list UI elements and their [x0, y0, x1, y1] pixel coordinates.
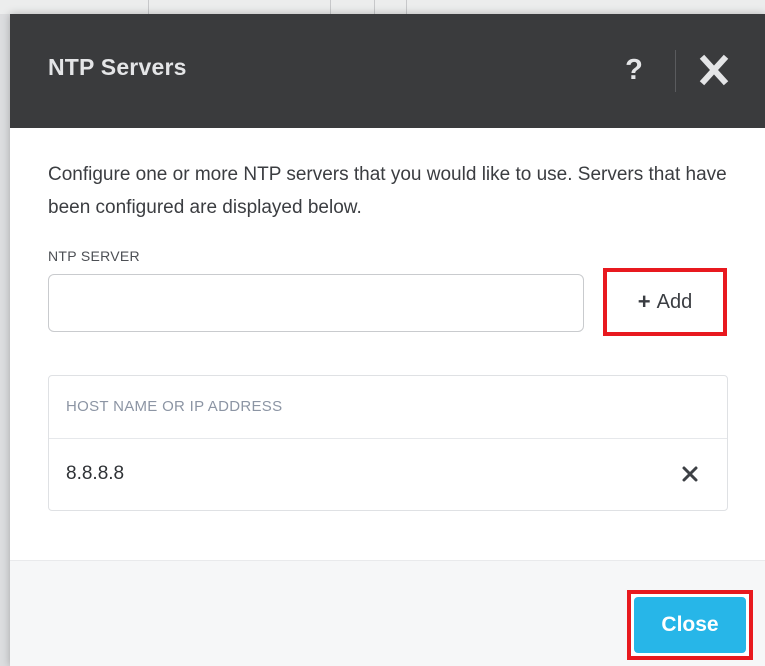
dialog-footer: Close — [10, 560, 765, 666]
question-icon: ? — [625, 54, 643, 86]
remove-server-button[interactable] — [677, 461, 703, 487]
row-hostname: 8.8.8.8 — [66, 463, 125, 484]
plus-icon: + — [637, 289, 651, 314]
table-header: HOST NAME OR IP ADDRESS — [49, 376, 727, 439]
remove-icon — [682, 466, 698, 482]
add-server-button[interactable]: + Add — [603, 268, 727, 336]
header-divider — [675, 50, 676, 92]
ntp-servers-dialog: NTP Servers ? Configure one or more NTP … — [10, 14, 765, 666]
backdrop-divider — [406, 0, 407, 14]
backdrop-divider — [374, 0, 375, 14]
backdrop-divider — [330, 0, 331, 14]
help-button[interactable]: ? — [616, 48, 652, 92]
table-row: 8.8.8.8 — [49, 439, 727, 509]
close-button-highlight: Close — [627, 590, 753, 660]
ntp-server-input[interactable] — [48, 274, 584, 332]
column-header-host: HOST NAME OR IP ADDRESS — [66, 398, 283, 415]
backdrop-strip — [0, 0, 765, 14]
close-icon — [699, 54, 729, 86]
servers-table: HOST NAME OR IP ADDRESS 8.8.8.8 — [48, 375, 728, 511]
add-button-label: Add — [656, 290, 693, 313]
intro-text: Configure one or more NTP servers that y… — [48, 164, 727, 218]
dialog-header: NTP Servers ? — [10, 14, 765, 128]
close-button[interactable]: Close — [634, 597, 746, 653]
backdrop-divider — [148, 0, 149, 14]
ntp-server-label: NTP SERVER — [48, 248, 140, 264]
close-dialog-button[interactable] — [692, 50, 736, 92]
dialog-title: NTP Servers — [48, 54, 187, 80]
